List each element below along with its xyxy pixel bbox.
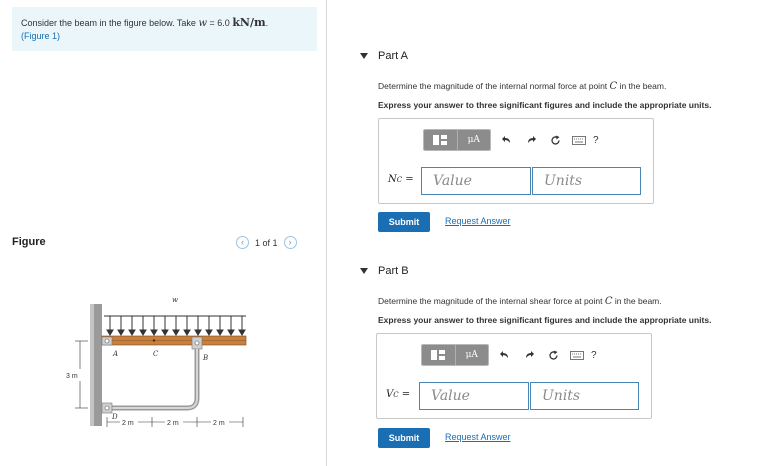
left-panel: Consider the beam in the figure below. T… [0,0,327,466]
label-b: B [202,354,208,362]
chevron-right-icon[interactable]: › [283,236,297,249]
part-b-submit-button[interactable]: Submit [378,428,430,448]
unit-kn-per-m: kN/m [232,16,266,29]
span-label-3: 2 m [213,420,225,427]
beam-figure: w A C B D 3 m 2 m 2 m 2 m [66,296,247,427]
label-d: D [111,413,118,421]
load-label-w: w [172,296,178,304]
point-c-marker [152,339,156,342]
part-b-header[interactable]: Part B [360,265,409,277]
problem-text: Consider the beam in the figure below. T… [21,16,269,30]
keyboard-icon[interactable] [571,132,587,148]
units-button[interactable]: μA [457,130,490,150]
figure-pager: ‹ 1 of 1 › [236,236,297,249]
help-button[interactable]: ? [593,135,599,146]
part-b-request-answer-link[interactable]: Request Answer [445,432,511,442]
part-b-answer-box: μA ? VC = Value Units [376,333,652,419]
part-b-instruction: Express your answer to three significant… [378,315,712,325]
part-a-toolbar: μA ? [423,129,599,151]
part-b-question: Determine the magnitude of the internal … [378,296,662,307]
problem-statement: Consider the beam in the figure below. T… [12,7,317,51]
collapse-triangle-icon [360,53,368,59]
part-b-units-input[interactable]: Units [530,382,639,410]
math-tool-group: μA [421,344,489,366]
part-a-variable-label: NC = [388,174,414,185]
part-a-instruction: Express your answer to three significant… [378,100,712,110]
part-b-title: Part B [378,265,409,277]
part-a-answer-box: μA ? NC = Value Units [378,118,654,204]
collapse-triangle-icon [360,268,368,274]
part-a-request-answer-link[interactable]: Request Answer [445,216,511,226]
help-button[interactable]: ? [591,350,597,361]
part-a-header[interactable]: Part A [360,50,408,62]
wall-support [94,304,102,426]
distributed-load [104,315,246,336]
figure-header: Figure [12,236,46,248]
part-a-submit-button[interactable]: Submit [378,212,430,232]
redo-icon[interactable] [523,132,539,148]
keyboard-icon[interactable] [569,347,585,363]
figure-link[interactable]: (Figure 1) [21,31,60,41]
template-icon[interactable] [424,130,458,150]
height-label: 3 m [66,373,78,380]
label-c: C [153,350,159,358]
reset-icon[interactable] [545,347,561,363]
span-label-2: 2 m [167,420,179,427]
part-a-value-input[interactable]: Value [421,167,531,195]
variable-w: w [198,18,208,29]
part-a-units-input[interactable]: Units [532,167,641,195]
pager-text: 1 of 1 [255,237,278,248]
undo-icon[interactable] [497,347,513,363]
chevron-left-icon[interactable]: ‹ [236,236,249,249]
template-icon[interactable] [422,345,456,365]
part-b-variable-label: VC = [386,389,411,400]
units-button[interactable]: μA [455,345,488,365]
part-a-question: Determine the magnitude of the internal … [378,81,667,92]
label-a: A [112,350,118,358]
span-label-1: 2 m [122,420,134,427]
part-b-toolbar: μA ? [421,344,597,366]
part-a-title: Part A [378,50,408,62]
math-tool-group: μA [423,129,491,151]
right-panel: Part A Determine the magnitude of the in… [327,0,777,466]
undo-icon[interactable] [499,132,515,148]
part-b-value-input[interactable]: Value [419,382,529,410]
reset-icon[interactable] [547,132,563,148]
redo-icon[interactable] [521,347,537,363]
